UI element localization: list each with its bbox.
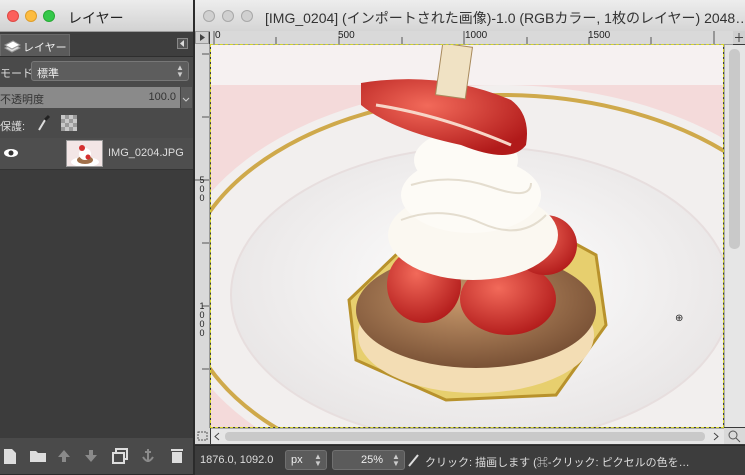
pencil-tool-icon bbox=[408, 454, 419, 467]
triangle-left-icon bbox=[180, 40, 184, 47]
lock-pixels-brush-icon[interactable] bbox=[36, 114, 52, 132]
arrow-up-icon[interactable] bbox=[57, 449, 71, 463]
zoom-value: 25% bbox=[361, 454, 384, 466]
opacity-label: 不透明度 bbox=[0, 94, 44, 106]
mode-select[interactable]: 標準 ▲ ▼ bbox=[31, 61, 189, 81]
image-canvas[interactable]: ⊕ bbox=[210, 44, 724, 428]
trash-icon[interactable] bbox=[170, 448, 184, 464]
magnifier-icon bbox=[728, 430, 741, 443]
layer-actions-bar bbox=[0, 440, 193, 474]
pointer-coordinates: 1876.0, 1092.0 bbox=[200, 454, 274, 466]
zoom-window-button[interactable] bbox=[241, 10, 253, 22]
ruler-corner-menu[interactable] bbox=[195, 31, 209, 44]
horizontal-scrollbar[interactable] bbox=[211, 428, 724, 444]
duplicate-icon[interactable] bbox=[112, 448, 128, 464]
arrow-right-icon[interactable] bbox=[711, 432, 720, 441]
anchor-icon[interactable] bbox=[140, 448, 156, 464]
triangle-right-icon bbox=[200, 34, 205, 41]
close-window-button[interactable] bbox=[7, 10, 19, 22]
ruler-ticks bbox=[195, 53, 209, 370]
dock-tab-row: レイヤー bbox=[0, 32, 193, 57]
scroll-thumb[interactable] bbox=[225, 432, 705, 441]
layers-icon bbox=[3, 40, 21, 53]
updown-arrows-icon: ▲ ▼ bbox=[176, 63, 184, 79]
layer-list bbox=[0, 138, 193, 438]
quick-mask-toggle[interactable] bbox=[195, 428, 210, 444]
navigate-cross-icon bbox=[735, 33, 743, 42]
cake-photo: ⊕ bbox=[211, 45, 723, 427]
ruler-label: 1000 bbox=[465, 31, 488, 41]
minimize-window-button[interactable] bbox=[25, 10, 37, 22]
scroll-thumb[interactable] bbox=[729, 49, 740, 249]
close-window-button[interactable] bbox=[203, 10, 215, 22]
navigate-button[interactable] bbox=[733, 31, 745, 44]
folder-icon[interactable] bbox=[29, 449, 47, 463]
layer-thumbnail bbox=[66, 140, 103, 167]
new-layer-icon[interactable] bbox=[3, 448, 17, 465]
eye-icon[interactable] bbox=[3, 147, 19, 159]
unit-value: px bbox=[291, 454, 303, 466]
status-bar: 1876.0, 1092.0 px ▲ ▼ 25% ▲ ▼ クリック: 描画します … bbox=[195, 445, 745, 475]
opacity-slider[interactable]: 不透明度 100.0 bbox=[0, 87, 180, 108]
vertical-scrollbar[interactable] bbox=[724, 45, 745, 427]
quick-mask-icon bbox=[197, 431, 208, 441]
ruler-label: 500 bbox=[338, 31, 355, 41]
lock-label: 保護: bbox=[0, 121, 26, 133]
minimize-window-button[interactable] bbox=[222, 10, 234, 22]
zoom-select[interactable]: 25% ▲ ▼ bbox=[332, 450, 405, 470]
tab-menu-button[interactable] bbox=[177, 38, 188, 49]
image-titlebar: [IMG_0204] (インポートされた画像)-1.0 (RGBカラー, 1枚の… bbox=[195, 0, 745, 32]
horizontal-ruler[interactable]: 0 500 1000 1500 bbox=[210, 31, 733, 45]
layer-name: IMG_0204.JPG bbox=[108, 147, 184, 159]
unit-select[interactable]: px ▲ ▼ bbox=[285, 450, 327, 470]
image-window-title: [IMG_0204] (インポートされた画像)-1.0 (RGBカラー, 1枚の… bbox=[265, 10, 745, 26]
arrow-left-icon[interactable] bbox=[213, 432, 222, 441]
mode-value: 標準 bbox=[37, 68, 59, 80]
status-message: クリック: 描画します (⌘-クリック: ピクセルの色を… bbox=[425, 457, 690, 469]
updown-arrows-icon: ▲ ▼ bbox=[314, 452, 322, 468]
ruler-label: 0 bbox=[215, 31, 221, 41]
ruler-label: 1500 bbox=[588, 31, 611, 41]
updown-arrows-icon: ▲ ▼ bbox=[392, 452, 400, 468]
ruler-label: 1 0 0 0 bbox=[199, 301, 205, 338]
svg-text:⊕: ⊕ bbox=[675, 313, 683, 324]
zoom-image-toggle[interactable] bbox=[724, 428, 745, 444]
layers-titlebar: レイヤー bbox=[0, 0, 193, 32]
zoom-window-button[interactable] bbox=[43, 10, 55, 22]
ruler-label: 5 0 0 bbox=[199, 175, 205, 203]
opacity-value: 100.0 bbox=[148, 91, 176, 103]
tab-label: レイヤー bbox=[23, 42, 67, 54]
cake-thumbnail-image bbox=[67, 141, 102, 166]
window-title: レイヤー bbox=[68, 10, 124, 26]
chevron-down-icon bbox=[182, 97, 190, 102]
vertical-ruler[interactable]: 5 0 0 1 0 0 0 bbox=[195, 44, 210, 428]
arrow-down-icon[interactable] bbox=[84, 449, 98, 463]
tab-layers[interactable]: レイヤー bbox=[0, 34, 70, 56]
layer-row[interactable]: IMG_0204.JPG bbox=[0, 138, 193, 170]
lock-alpha-checker-icon[interactable] bbox=[61, 115, 77, 131]
opacity-spin-button[interactable] bbox=[180, 87, 192, 108]
